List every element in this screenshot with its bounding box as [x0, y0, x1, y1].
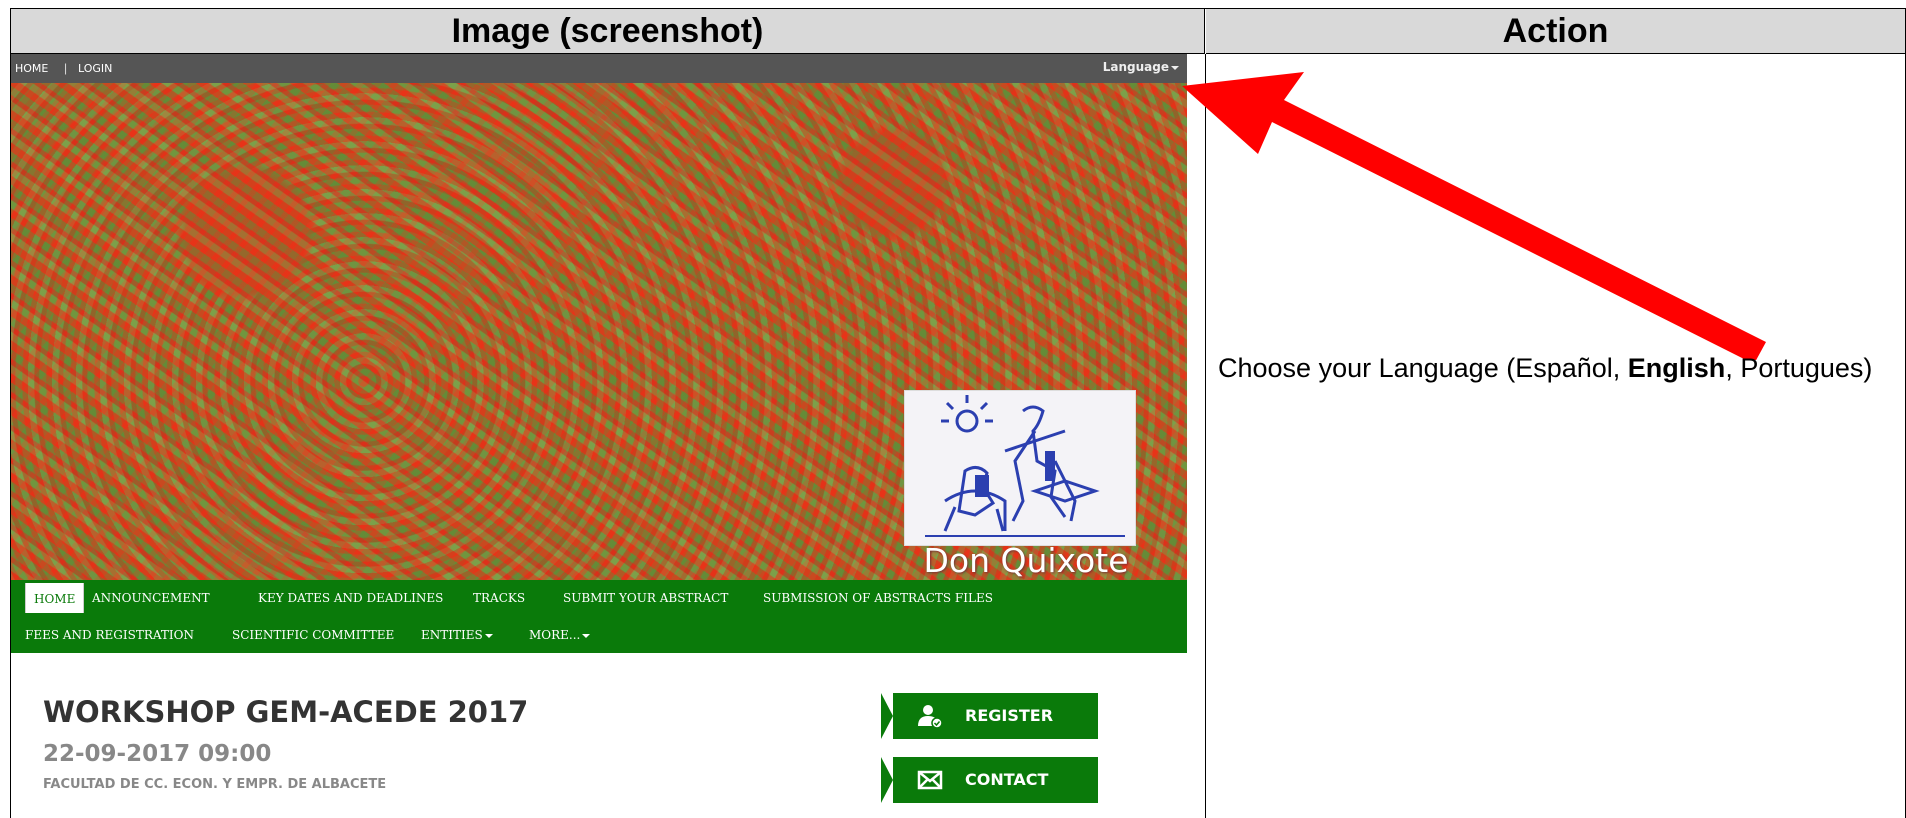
nav-item-submit-abstract[interactable]: SUBMIT YOUR ABSTRACT	[563, 591, 728, 605]
language-label: Language	[1102, 60, 1169, 74]
action-description: Choose your Language (Español, English, …	[1218, 350, 1878, 386]
top-bar: HOME | LOGIN Language	[11, 54, 1187, 83]
don-quixote-logo	[904, 390, 1136, 546]
nav-item-fees-registration[interactable]: FEES AND REGISTRATION	[25, 628, 194, 642]
banner-caption: Don Quixote	[923, 541, 1129, 580]
envelope-icon	[917, 770, 943, 790]
nav-more-label: MORE...	[529, 628, 581, 642]
chevron-down-icon	[1171, 65, 1179, 70]
event-title: WORKSHOP GEM-ACEDE 2017	[43, 695, 529, 729]
login-link[interactable]: LOGIN	[78, 62, 112, 75]
action-prefix: Choose your Language (Español,	[1218, 353, 1628, 383]
nav-item-home[interactable]: HOME	[25, 583, 85, 613]
event-date: 22-09-2017 09:00	[43, 741, 272, 767]
event-content: WORKSHOP GEM-ACEDE 2017 22-09-2017 09:00…	[11, 653, 1187, 818]
chevron-down-icon	[484, 633, 493, 638]
nav-entities-label: ENTITIES	[421, 628, 483, 642]
event-venue: FACULTAD DE CC. ECON. Y EMPR. DE ALBACET…	[43, 777, 387, 792]
action-bold: English	[1627, 353, 1726, 383]
contact-button[interactable]: CONTACT	[881, 757, 1098, 803]
main-navigation: HOME ANNOUNCEMENT KEY DATES AND DEADLINE…	[11, 580, 1187, 653]
action-suffix: , Portugues)	[1725, 353, 1873, 383]
register-button[interactable]: REGISTER	[881, 693, 1098, 739]
poppy-field-banner: Don Quixote	[11, 83, 1187, 580]
nav-item-announcement[interactable]: ANNOUNCEMENT	[92, 591, 210, 605]
nav-item-key-dates[interactable]: KEY DATES AND DEADLINES	[258, 591, 443, 605]
chevron-down-icon	[582, 633, 591, 638]
nav-item-entities[interactable]: ENTITIES	[421, 628, 493, 642]
action-column-header: Action	[1206, 9, 1905, 54]
nav-item-scientific-committee[interactable]: SCIENTIFIC COMMITTEE	[232, 628, 394, 642]
language-dropdown[interactable]: Language	[1103, 60, 1179, 74]
website-screenshot: HOME | LOGIN Language Don Quixote HOME A…	[11, 54, 1187, 818]
nav-item-tracks[interactable]: TRACKS	[473, 591, 525, 605]
image-column-header: Image (screenshot)	[11, 9, 1205, 54]
nav-item-submission-files[interactable]: SUBMISSION OF ABSTRACTS FILES	[763, 591, 993, 605]
nav-item-more[interactable]: MORE...	[529, 628, 591, 642]
red-arrow-pointer	[1182, 72, 1766, 360]
register-label: REGISTER	[965, 706, 1054, 725]
home-link[interactable]: HOME	[15, 62, 48, 75]
user-check-icon	[918, 705, 943, 728]
contact-label: CONTACT	[965, 770, 1049, 789]
topbar-separator: |	[64, 61, 68, 75]
